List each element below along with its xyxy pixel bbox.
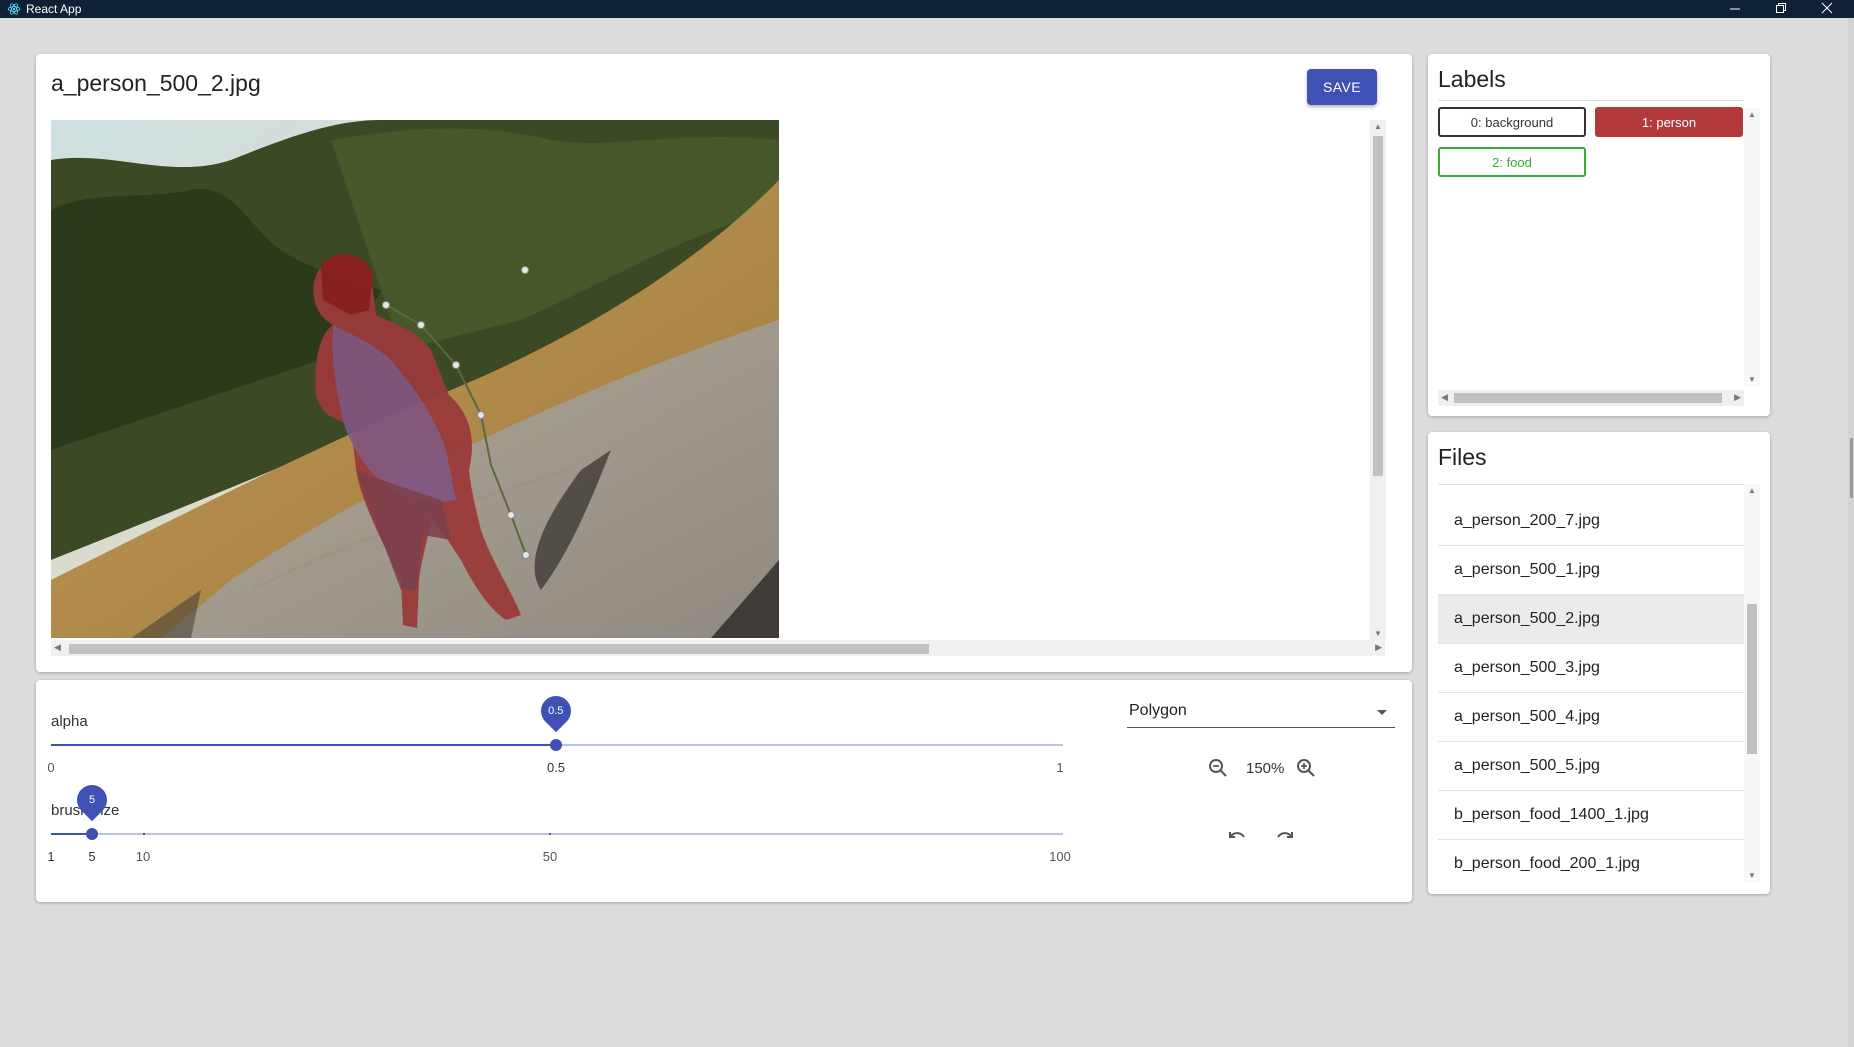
scroll-right-icon[interactable]: ▶	[1375, 642, 1382, 653]
file-name: a_person_200_7.jpg	[1454, 512, 1600, 529]
brush-mark-label: 1	[47, 849, 55, 864]
window-scrollbar[interactable]	[1848, 18, 1854, 1047]
save-button[interactable]: SAVE	[1307, 69, 1377, 105]
scroll-up-icon[interactable]: ▲	[1748, 486, 1756, 495]
image-canvas[interactable]	[51, 120, 1385, 652]
brush-size-slider-thumb[interactable]	[86, 828, 98, 840]
minimize-icon[interactable]	[1712, 0, 1758, 18]
file-item[interactable]: a_person_200_7.jpg	[1438, 497, 1744, 546]
react-icon	[7, 3, 21, 15]
brush-mark-label: 10	[135, 849, 151, 864]
restore-icon[interactable]	[1758, 0, 1804, 18]
file-name: b_person_food_200_1.jpg	[1454, 855, 1640, 872]
zoom-in-icon[interactable]	[1294, 756, 1318, 780]
labels-list: 0: background 1: person 2: food	[1438, 100, 1744, 385]
canvas-horizontal-scrollbar[interactable]: ◀ ▶	[51, 640, 1385, 656]
labels-panel: Labels 0: background 1: person 2: food ▲…	[1428, 54, 1770, 416]
file-name: a_person_500_3.jpg	[1454, 659, 1600, 676]
scroll-down-icon[interactable]: ▼	[1748, 871, 1756, 880]
alpha-slider-thumb[interactable]	[550, 739, 562, 751]
file-name: a_person_500_1.jpg	[1454, 561, 1600, 578]
brush-mark-label: 100	[1049, 849, 1071, 864]
scroll-left-icon[interactable]: ◀	[54, 642, 61, 653]
scroll-up-icon[interactable]: ▲	[1374, 122, 1382, 131]
chevron-down-icon	[1377, 710, 1387, 715]
file-name: a_person_500_2.jpg	[1454, 610, 1600, 627]
scroll-down-icon[interactable]: ▼	[1374, 629, 1382, 638]
canvas-vertical-scrollbar[interactable]: ▲ ▼	[1370, 120, 1386, 640]
annotated-image[interactable]	[51, 120, 779, 638]
scroll-left-icon[interactable]: ◀	[1441, 392, 1448, 403]
file-item[interactable]: a_person_500_1.jpg	[1438, 546, 1744, 595]
labels-heading: Labels	[1438, 66, 1506, 92]
brush-mark-label: 5	[88, 849, 96, 864]
undo-icon[interactable]	[1225, 826, 1249, 850]
alpha-label: alpha	[51, 713, 88, 730]
labels-horizontal-scrollbar[interactable]: ◀ ▶	[1438, 390, 1744, 406]
zoom-out-icon[interactable]	[1206, 756, 1230, 780]
file-name: a_person_500_5.jpg	[1454, 757, 1600, 774]
file-item[interactable]: b_person_food_1400_1.jpg	[1438, 791, 1744, 840]
files-heading: Files	[1438, 444, 1487, 470]
file-item[interactable]: a_person_500_3.jpg	[1438, 644, 1744, 693]
alpha-min-label: 0	[47, 760, 55, 775]
image-filename-title: a_person_500_2.jpg	[51, 70, 261, 96]
file-item[interactable]: a_person_500_4.jpg	[1438, 693, 1744, 742]
tool-select[interactable]: Polygon	[1127, 698, 1395, 728]
alpha-max-label: 1	[1056, 760, 1064, 775]
label-chip-background[interactable]: 0: background	[1438, 107, 1586, 137]
scroll-down-icon[interactable]: ▼	[1748, 375, 1756, 384]
brush-mark-label: 50	[542, 849, 558, 864]
window-titlebar: React App	[0, 0, 1854, 18]
scroll-right-icon[interactable]: ▶	[1734, 392, 1741, 403]
tool-select-value: Polygon	[1129, 702, 1187, 719]
label-chip-person[interactable]: 1: person	[1595, 107, 1743, 137]
file-name: b_person_food_1400_1.jpg	[1454, 806, 1649, 823]
file-item-selected[interactable]: a_person_500_2.jpg	[1438, 595, 1744, 644]
zoom-controls: 150%	[1206, 756, 1356, 780]
close-icon[interactable]	[1804, 0, 1850, 18]
label-chip-food[interactable]: 2: food	[1438, 147, 1586, 177]
labels-vertical-scrollbar[interactable]: ▲ ▼	[1744, 108, 1760, 386]
files-panel: Files a_person_200_7.jpg a_person_500_1.…	[1428, 432, 1770, 894]
files-vertical-scrollbar[interactable]: ▲ ▼	[1744, 484, 1760, 882]
files-list: a_person_200_7.jpg a_person_500_1.jpg a_…	[1438, 484, 1744, 882]
alpha-value-bubble: 0.5	[534, 689, 578, 733]
zoom-level: 150%	[1246, 760, 1285, 777]
scroll-up-icon[interactable]: ▲	[1748, 110, 1756, 119]
redo-icon[interactable]	[1273, 826, 1297, 850]
file-item[interactable]: a_person_500_5.jpg	[1438, 742, 1744, 791]
controls-panel: alpha 0.5 0 0.5 1 brush size 5 1 5 10 50…	[36, 680, 1412, 902]
alpha-mid-label: 0.5	[546, 760, 566, 775]
file-name: a_person_500_4.jpg	[1454, 708, 1600, 725]
file-item[interactable]: b_person_food_200_1.jpg	[1438, 840, 1744, 882]
window-title: React App	[26, 2, 82, 16]
editor-panel: a_person_500_2.jpg SAVE ▲ ▼ ◀ ▶	[36, 54, 1412, 672]
